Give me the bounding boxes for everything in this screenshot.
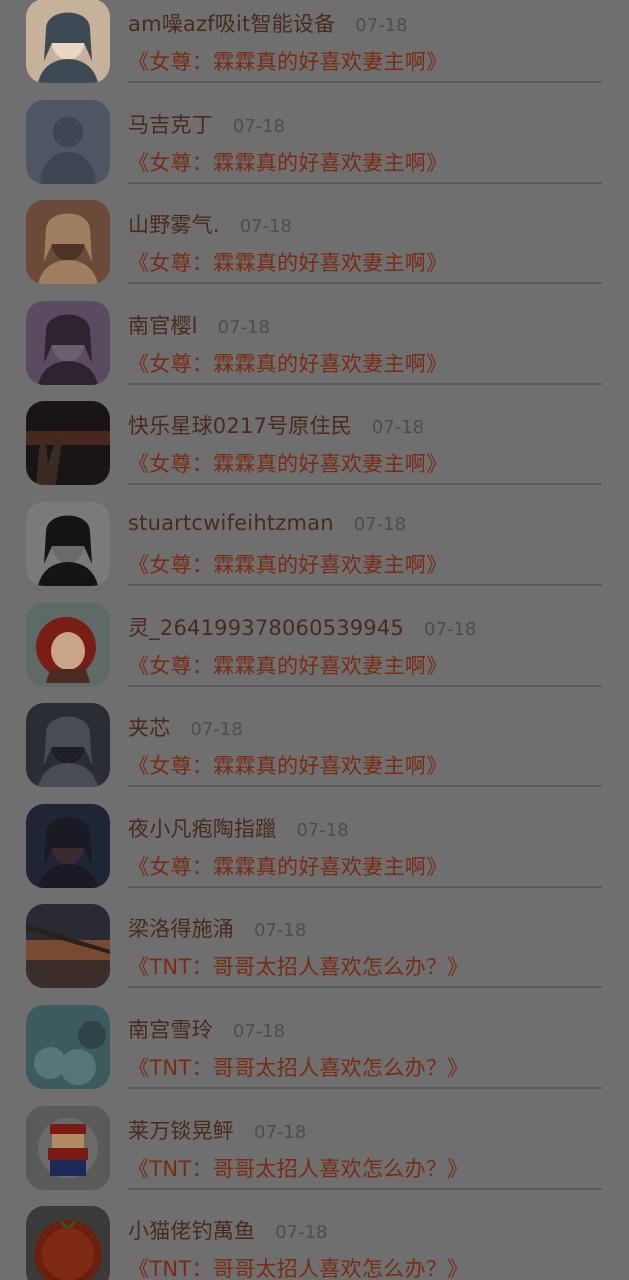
comment-row[interactable]: am噪azf吸it智能设备 07-18 《女尊：霖霖真的好喜欢妻主啊》 — [0, 0, 629, 100]
comment-row[interactable]: 小猫佬钓萬鱼 07-18 《TNT：哥哥太招人喜欢怎么办？》 — [0, 1206, 629, 1280]
avatar[interactable] — [26, 602, 110, 687]
book-title-link[interactable]: 《女尊：霖霖真的好喜欢妻主啊》 — [128, 851, 448, 881]
comment-date: 07-18 — [217, 316, 270, 338]
avatar[interactable] — [26, 501, 110, 586]
avatar[interactable] — [26, 300, 110, 385]
row-divider — [128, 1187, 602, 1190]
comment-list: am噪azf吸it智能设备 07-18 《女尊：霖霖真的好喜欢妻主啊》 马吉克丁 07… — [0, 0, 629, 1280]
name-line: 莱万锬晃鲆 07-18 — [128, 1115, 306, 1145]
row-divider — [128, 282, 602, 285]
user-name[interactable]: 梁洛得施涌 — [128, 913, 234, 943]
name-line: stuartcwifeihtzman 07-18 — [128, 511, 406, 535]
avatar[interactable] — [26, 200, 110, 285]
comment-date: 07-18 — [371, 417, 425, 439]
row-divider — [128, 483, 602, 486]
comment-date: 07-18 — [275, 1222, 328, 1244]
book-title-link[interactable]: 《女尊：霖霖真的好喜欢妻主啊》 — [128, 46, 448, 76]
row-divider — [128, 986, 602, 989]
comment-row[interactable]: 夜小凡疱陶指躐 07-18 《女尊：霖霖真的好喜欢妻主啊》 — [0, 803, 629, 905]
user-name[interactable]: 快乐星球0217号原住民 — [128, 410, 352, 440]
row-divider — [128, 1086, 602, 1089]
row-divider — [128, 181, 602, 184]
comment-date: 07-18 — [239, 216, 292, 238]
comment-row[interactable]: 夹芯 07-18 《女尊：霖霖真的好喜欢妻主啊》 — [0, 703, 629, 804]
row-divider — [128, 382, 602, 385]
user-name[interactable]: stuartcwifeihtzman — [128, 511, 334, 535]
user-name[interactable]: 山野雾气. — [128, 209, 220, 239]
comment-date: 07-18 — [353, 513, 407, 535]
name-line: 南宫雪玲 07-18 — [128, 1014, 285, 1044]
user-name[interactable]: 南宫雪玲 — [128, 1014, 213, 1044]
comment-row[interactable]: 灵_264199378060539945 07-18 《女尊：霖霖真的好喜欢妻主啊》 — [0, 602, 629, 704]
avatar[interactable] — [26, 1004, 110, 1089]
user-name[interactable]: 马吉克丁 — [128, 109, 213, 139]
book-title-link[interactable]: 《女尊：霖霖真的好喜欢妻主啊》 — [128, 549, 448, 579]
book-title-link[interactable]: 《女尊：霖霖真的好喜欢妻主啊》 — [128, 750, 448, 780]
name-line: 马吉克丁 07-18 — [128, 109, 285, 139]
comment-date: 07-18 — [355, 15, 408, 36]
name-line: 山野雾气. 07-18 — [128, 209, 292, 239]
user-name[interactable]: am噪azf吸it智能设备 — [128, 8, 335, 38]
row-divider — [128, 583, 602, 586]
name-line: 小猫佬钓萬鱼 07-18 — [128, 1215, 328, 1245]
row-divider — [128, 81, 602, 83]
book-title-link[interactable]: 《TNT：哥哥太招人喜欢怎么办？》 — [128, 951, 468, 981]
comment-date: 07-18 — [232, 115, 286, 137]
name-line: am噪azf吸it智能设备 07-18 — [128, 8, 408, 38]
comment-row[interactable]: 南宫雪玲 07-18 《TNT：哥哥太招人喜欢怎么办？》 — [0, 1004, 629, 1106]
comment-date: 07-18 — [254, 920, 307, 942]
user-name[interactable]: 南官樱l — [128, 310, 198, 340]
comment-date: 07-18 — [424, 618, 477, 640]
name-line: 快乐星球0217号原住民 07-18 — [128, 410, 424, 440]
avatar[interactable] — [26, 99, 110, 184]
avatar[interactable] — [26, 703, 110, 788]
comment-row[interactable]: 快乐星球0217号原住民 07-18 《女尊：霖霖真的好喜欢妻主啊》 — [0, 401, 629, 502]
comment-date: 07-18 — [254, 1121, 307, 1143]
avatar[interactable] — [26, 1206, 110, 1280]
avatar[interactable] — [26, 0, 110, 83]
avatar[interactable] — [26, 904, 110, 989]
book-title-link[interactable]: 《女尊：霖霖真的好喜欢妻主啊》 — [128, 147, 448, 177]
name-line: 南官樱l 07-18 — [128, 310, 270, 340]
name-line: 梁洛得施涌 07-18 — [128, 913, 306, 943]
user-name[interactable]: 灵_264199378060539945 — [128, 612, 404, 642]
book-title-link[interactable]: 《女尊：霖霖真的好喜欢妻主啊》 — [128, 348, 448, 378]
name-line: 夜小凡疱陶指躐 07-18 — [128, 813, 349, 843]
row-divider — [128, 684, 602, 687]
user-name[interactable]: 夹芯 — [128, 712, 170, 742]
book-title-link[interactable]: 《TNT：哥哥太招人喜欢怎么办？》 — [128, 1153, 468, 1183]
comment-row[interactable]: 马吉克丁 07-18 《女尊：霖霖真的好喜欢妻主啊》 — [0, 99, 629, 201]
comment-date: 07-18 — [190, 719, 243, 741]
avatar[interactable] — [26, 401, 110, 486]
comment-date: 07-18 — [232, 1020, 286, 1042]
user-name[interactable]: 夜小凡疱陶指躐 — [128, 813, 276, 843]
comment-row[interactable]: 莱万锬晃鲆 07-18 《TNT：哥哥太招人喜欢怎么办？》 — [0, 1105, 629, 1207]
comment-row[interactable]: 山野雾气. 07-18 《女尊：霖霖真的好喜欢妻主啊》 — [0, 200, 629, 301]
avatar[interactable] — [26, 1105, 110, 1190]
row-divider — [128, 885, 602, 888]
comment-date: 07-18 — [296, 819, 349, 841]
comment-row[interactable]: stuartcwifeihtzman 07-18 《女尊：霖霖真的好喜欢妻主啊》 — [0, 501, 629, 603]
book-title-link[interactable]: 《TNT：哥哥太招人喜欢怎么办？》 — [128, 1253, 468, 1280]
comment-row[interactable]: 南官樱l 07-18 《女尊：霖霖真的好喜欢妻主啊》 — [0, 300, 629, 402]
book-title-link[interactable]: 《TNT：哥哥太招人喜欢怎么办？》 — [128, 1052, 468, 1082]
avatar[interactable] — [26, 803, 110, 888]
comment-row[interactable]: 梁洛得施涌 07-18 《TNT：哥哥太招人喜欢怎么办？》 — [0, 904, 629, 1005]
book-title-link[interactable]: 《女尊：霖霖真的好喜欢妻主啊》 — [128, 448, 448, 478]
row-divider — [128, 785, 602, 788]
user-name[interactable]: 小猫佬钓萬鱼 — [128, 1215, 255, 1245]
book-title-link[interactable]: 《女尊：霖霖真的好喜欢妻主啊》 — [128, 650, 448, 680]
name-line: 夹芯 07-18 — [128, 712, 243, 742]
name-line: 灵_264199378060539945 07-18 — [128, 612, 476, 642]
user-name[interactable]: 莱万锬晃鲆 — [128, 1115, 234, 1145]
book-title-link[interactable]: 《女尊：霖霖真的好喜欢妻主啊》 — [128, 247, 448, 277]
